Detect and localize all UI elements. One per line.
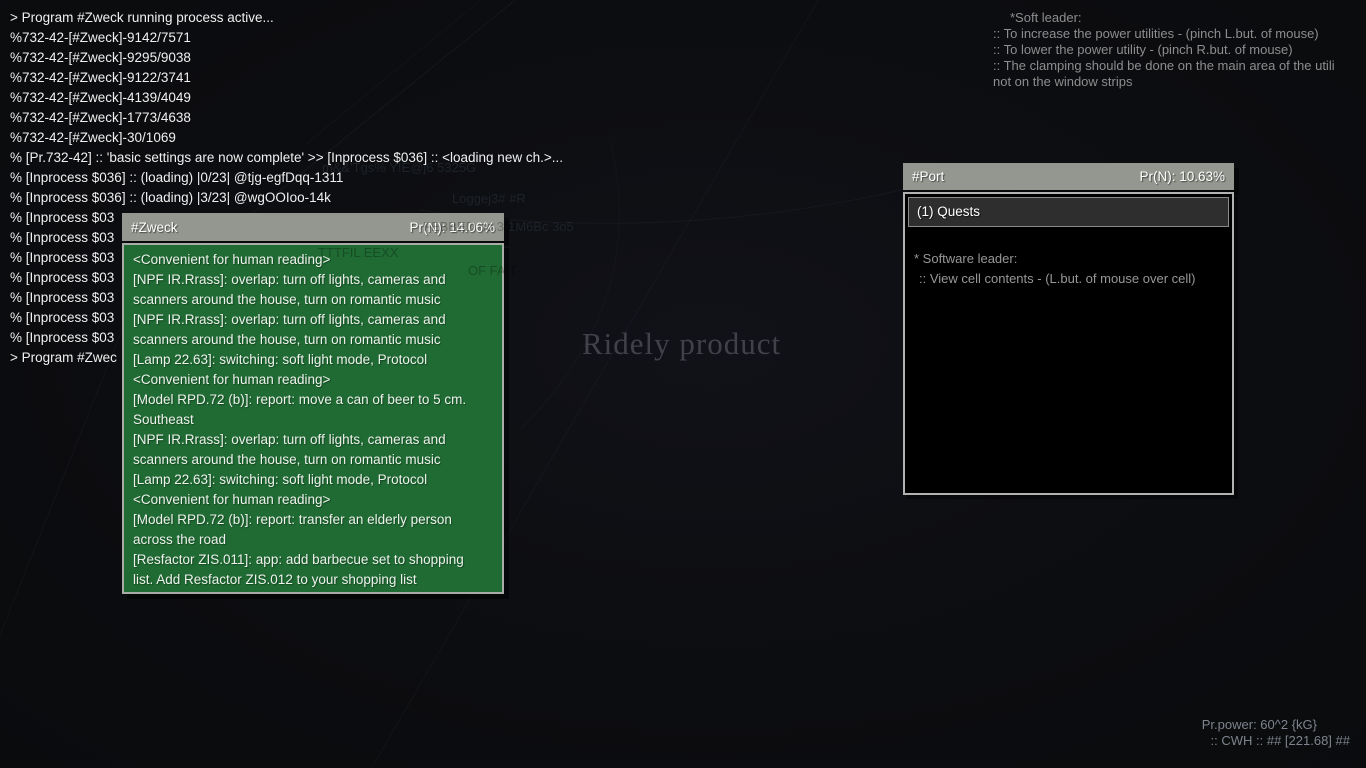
console-line: %732-42-[#Zweck]-9142/7571: [10, 28, 563, 48]
console-line: % [Inprocess $036] :: (loading) |0/23| @…: [10, 168, 563, 188]
soft-leader-line: :: The clamping should be done on the ma…: [993, 58, 1366, 74]
cwh-status: :: CWH :: ## [221.68] ##: [1211, 733, 1350, 748]
console-line: %732-42-[#Zweck]-4139/4049: [10, 88, 563, 108]
port-hints: * Software leader::: View cell contents …: [908, 249, 1229, 289]
console-line: % [Inprocess $036] :: (loading) |3/23| @…: [10, 188, 563, 208]
zweck-message-line: <Convenient for human reading>: [133, 370, 493, 390]
zweck-message-line: [Resfactor ZIS.011]: app: add barbecue s…: [133, 550, 493, 570]
port-window-titlebar[interactable]: #Port Pr(N): 10.63%: [903, 163, 1234, 190]
port-window-body: (1) Quests * Software leader::: View cel…: [903, 192, 1234, 495]
port-window-title: #Port: [912, 169, 944, 184]
zweck-message-line: scanners around the house, turn on roman…: [133, 450, 493, 470]
zweck-message-line: [NPF IR.Rrass]: overlap: turn off lights…: [133, 430, 493, 450]
zweck-message-line: Southeast: [133, 410, 493, 430]
zweck-message-line: [Lamp 22.63]: switching: soft light mode…: [133, 350, 493, 370]
zweck-message-line: [NPF IR.Rrass]: overlap: turn off lights…: [133, 270, 493, 290]
console-line: > Program #Zweck running process active.…: [10, 8, 563, 28]
quests-row[interactable]: (1) Quests: [908, 197, 1229, 227]
soft-leader-line: not on the window strips: [993, 74, 1366, 90]
zweck-message-line: [Model RPD.72 (b)]: report: transfer an …: [133, 510, 493, 530]
port-hint-line: * Software leader:: [914, 249, 1229, 269]
port-hint-line: :: View cell contents - (L.but. of mouse…: [914, 269, 1229, 289]
soft-leader-line: :: To increase the power utilities - (pi…: [993, 26, 1366, 42]
zweck-message-line: <Convenient for human reading>: [133, 490, 493, 510]
faint-text: OF FAIT: [468, 263, 517, 278]
console-line: %732-42-[#Zweck]-30/1069: [10, 128, 563, 148]
game-screen: m&&'Tgs% Y!E@j6 5325GLoggej3# #R1M6Bc 3o…: [0, 0, 1366, 768]
zweck-window-body: <Convenient for human reading>[NPF IR.Rr…: [122, 243, 504, 594]
faint-text: TTTFIL EEXX: [318, 245, 398, 260]
console-line: %732-42-[#Zweck]-9295/9038: [10, 48, 563, 68]
port-probability: Pr(N): 10.63%: [1139, 169, 1225, 184]
zweck-message-line: scanners around the house, turn on roman…: [133, 330, 493, 350]
zweck-message-line: across the road: [133, 530, 493, 550]
zweck-message-line: list. Add Resfactor ZIS.012 to your shop…: [133, 570, 493, 590]
zweck-message-line: [NPF IR.Rrass]: overlap: turn off lights…: [133, 310, 493, 330]
zweck-message-line: <Convenient for human reading>: [133, 250, 493, 270]
console-line: %732-42-[#Zweck]-9122/3741: [10, 68, 563, 88]
zweck-window-title: #Zweck: [131, 220, 178, 235]
soft-leader-line: :: To lower the power utility - (pinch R…: [993, 42, 1366, 58]
zweck-message-line: scanners around the house, turn on roman…: [133, 290, 493, 310]
zweck-message-line: [Lamp 22.63]: switching: soft light mode…: [133, 470, 493, 490]
faint-text: FEBBED no 337: [423, 219, 518, 234]
soft-leader-title: *Soft leader:: [993, 10, 1366, 26]
zweck-message-line: [Model RPD.72 (b)]: report: move a can o…: [133, 390, 493, 410]
console-line: %732-42-[#Zweck]-1773/4638: [10, 108, 563, 128]
product-watermark: Ridely product: [582, 326, 781, 362]
soft-leader-lines: :: To increase the power utilities - (pi…: [993, 26, 1366, 90]
soft-leader-help: *Soft leader: :: To increase the power u…: [993, 10, 1366, 90]
console-line: % [Pr.732-42] :: 'basic settings are now…: [10, 148, 563, 168]
power-status: Pr.power: 60^2 {kG}: [1202, 717, 1317, 732]
